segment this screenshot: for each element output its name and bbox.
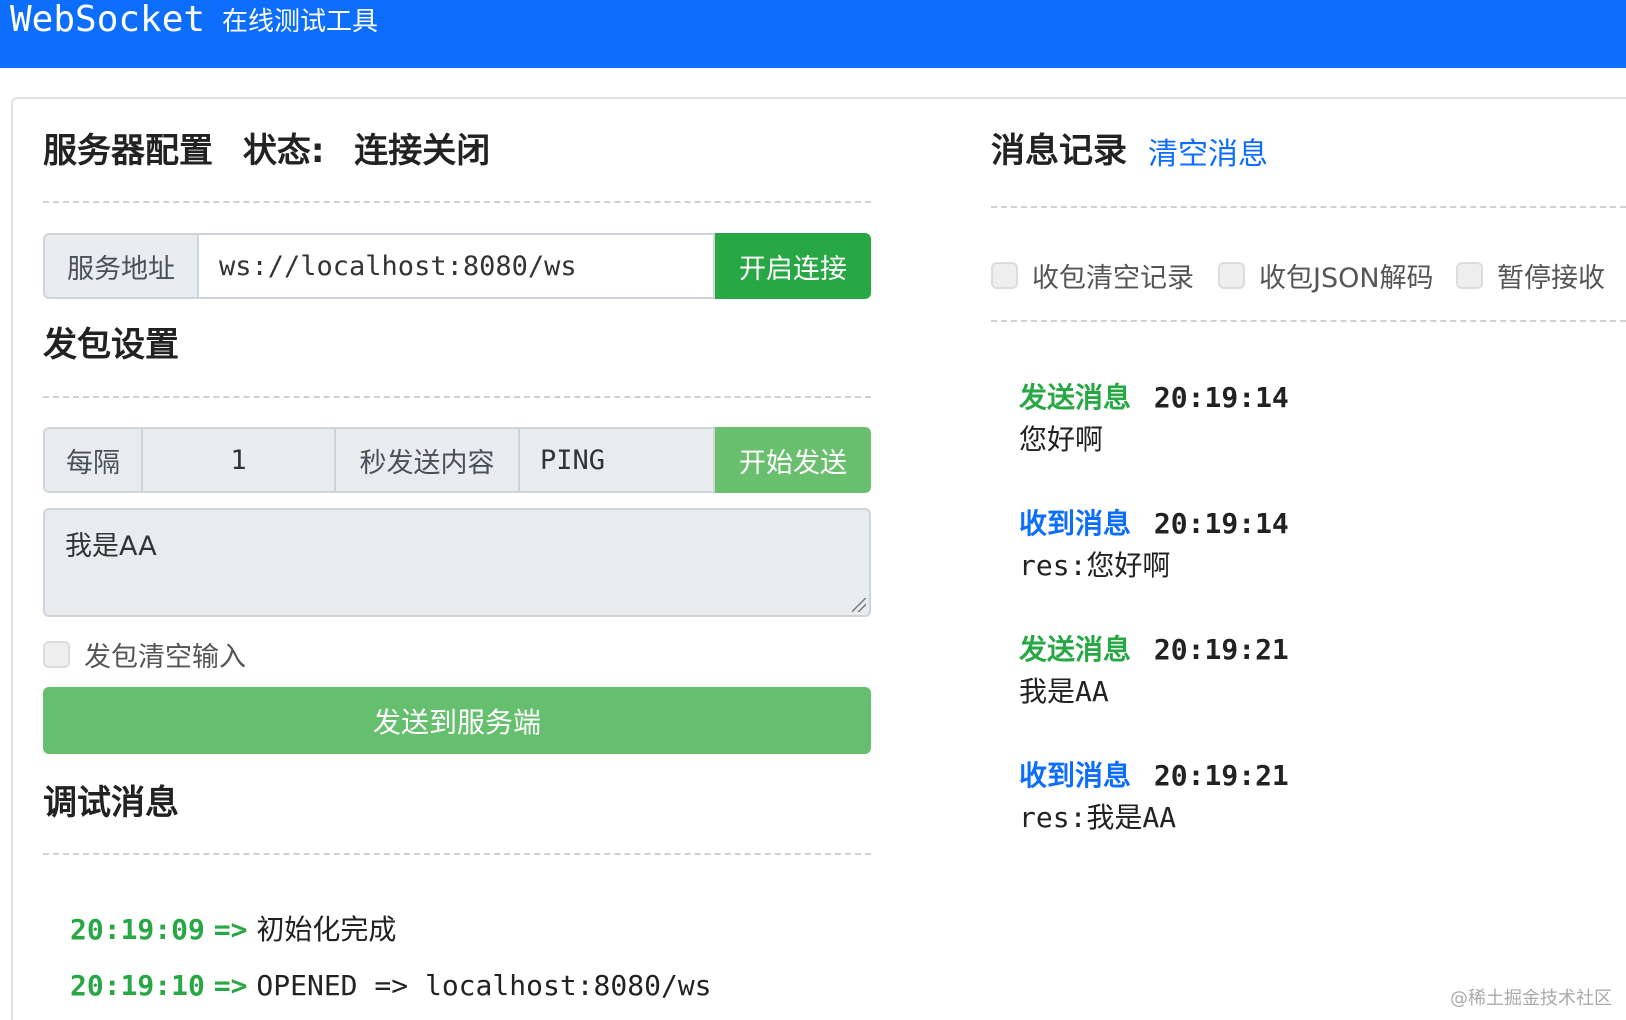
checkbox-icon[interactable] [1218, 262, 1245, 289]
message-item: 发送消息 20:19:14 您好啊 [1019, 380, 1579, 458]
option-pause-receive[interactable]: 暂停接收 [1456, 256, 1605, 295]
checkbox-icon[interactable] [43, 641, 70, 668]
server-config-title: 服务器配置 [43, 131, 213, 171]
server-address-group: 服务地址 ws://localhost:8080/ws 开启连接 [43, 233, 871, 299]
clear-messages-link[interactable]: 清空消息 [1148, 135, 1268, 175]
address-label: 服务地址 [43, 233, 199, 299]
clear-input-checkbox-row[interactable]: 发包清空输入 [43, 635, 246, 674]
connect-button[interactable]: 开启连接 [715, 233, 871, 299]
content-label: 秒发送内容 [336, 427, 520, 493]
message-time: 20:19:21 [1153, 633, 1289, 666]
clear-input-label: 发包清空输入 [84, 642, 246, 673]
message-label: 收到消息 [1019, 759, 1132, 792]
message-body: 我是AA [1019, 675, 1109, 708]
watermark: @稀土掘金技术社区 [1450, 988, 1612, 1009]
debug-line: 20:19:10 => OPENED => localhost:8080/ws [70, 968, 712, 1004]
debug-time: 20:19:09 [70, 913, 205, 946]
every-label: 每隔 [43, 427, 143, 493]
option-json-decode[interactable]: 收包JSON解码 [1218, 256, 1434, 295]
message-label: 收到消息 [1019, 507, 1132, 540]
interval-input[interactable]: 1 [143, 427, 336, 493]
debug-arrow: => [213, 913, 248, 946]
divider [43, 853, 871, 855]
status-value: 连接关闭 [354, 131, 491, 171]
message-text: 我是AA [65, 531, 157, 562]
send-settings-title: 发包设置 [43, 325, 179, 365]
address-input[interactable]: ws://localhost:8080/ws [199, 233, 715, 299]
message-time: 20:19:14 [1153, 381, 1289, 414]
start-send-button[interactable]: 开始发送 [715, 427, 871, 493]
message-label: 发送消息 [1019, 633, 1132, 666]
option-label: 收包JSON解码 [1259, 263, 1434, 294]
debug-time: 20:19:10 [70, 969, 205, 1002]
brand-subtitle: 在线测试工具 [222, 7, 379, 37]
divider [991, 320, 1626, 322]
top-navbar: WebSocket 在线测试工具 [0, 0, 1626, 68]
server-config-heading: 服务器配置 状态: 连接关闭 [43, 131, 490, 171]
debug-arrow: => [213, 969, 248, 1002]
checkbox-icon[interactable] [1456, 262, 1483, 289]
message-body: res:您好啊 [1019, 549, 1171, 582]
debug-text: OPENED => localhost:8080/ws [256, 969, 712, 1002]
option-label: 收包清空记录 [1032, 263, 1194, 294]
send-interval-group: 每隔 1 秒发送内容 PING 开始发送 [43, 427, 871, 493]
message-item: 收到消息 20:19:21 res:我是AA [1019, 758, 1579, 836]
message-item: 发送消息 20:19:21 我是AA [1019, 632, 1579, 710]
content-input[interactable]: PING [520, 427, 715, 493]
brand-title[interactable]: WebSocket [10, 0, 205, 40]
send-to-server-button[interactable]: 发送到服务端 [43, 687, 871, 754]
message-body: 您好啊 [1019, 423, 1104, 456]
debug-text: 初始化完成 [256, 913, 397, 946]
divider [43, 201, 871, 203]
message-time: 20:19:14 [1153, 507, 1289, 540]
option-label: 暂停接收 [1497, 263, 1605, 294]
option-clear-record[interactable]: 收包清空记录 [991, 256, 1194, 295]
divider [43, 396, 871, 398]
status-label: 状态: [242, 131, 325, 171]
resize-handle-icon[interactable] [852, 598, 866, 612]
debug-line: 20:19:09 => 初始化完成 [70, 912, 396, 948]
message-time: 20:19:21 [1153, 759, 1289, 792]
message-label: 发送消息 [1019, 381, 1132, 414]
message-textarea[interactable]: 我是AA [43, 508, 871, 617]
messages-title: 消息记录 [991, 131, 1127, 171]
checkbox-icon[interactable] [991, 262, 1018, 289]
message-body: res:我是AA [1019, 801, 1177, 834]
divider [991, 206, 1626, 208]
message-item: 收到消息 20:19:14 res:您好啊 [1019, 506, 1579, 584]
debug-title: 调试消息 [43, 783, 179, 823]
